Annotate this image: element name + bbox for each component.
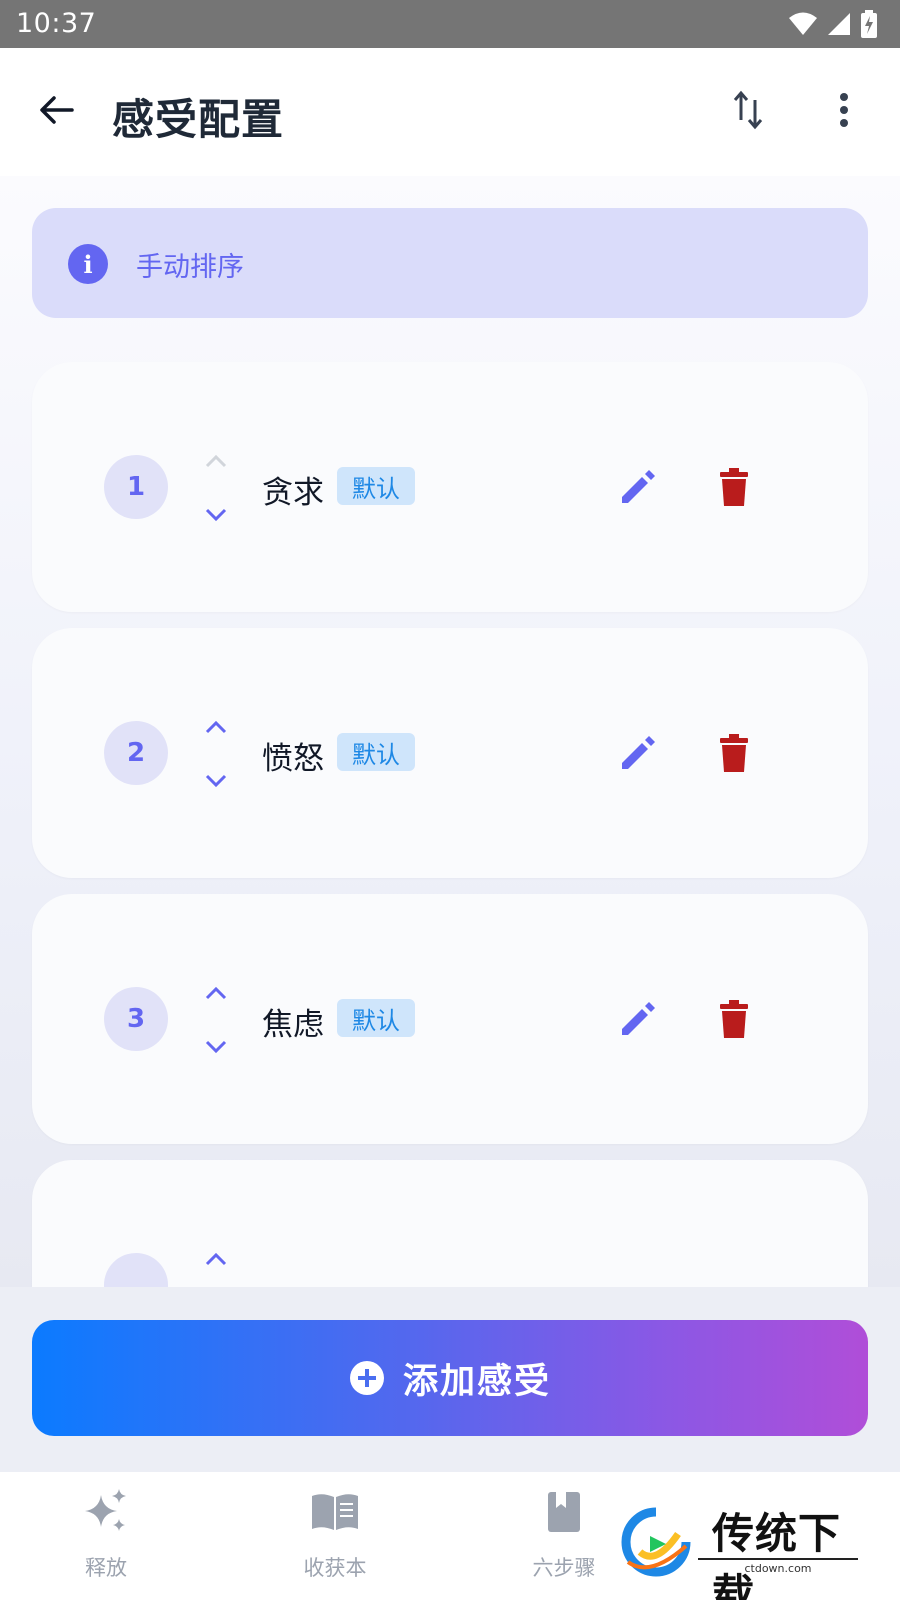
feeling-name: 焦虑 bbox=[262, 1007, 324, 1043]
add-feeling-label: 添加感受 bbox=[402, 1361, 551, 1402]
chevron-up-icon bbox=[205, 454, 227, 468]
trash-icon bbox=[720, 734, 748, 772]
chevron-down-icon bbox=[205, 1040, 227, 1054]
info-banner: i 手动排序 bbox=[32, 208, 868, 318]
default-tag: 默认 bbox=[337, 999, 415, 1037]
order-number: 1 bbox=[104, 455, 168, 519]
nav-label: 收获本 bbox=[303, 1556, 367, 1580]
swap-vertical-icon bbox=[733, 90, 763, 130]
feeling-name: 愤怒 bbox=[262, 741, 324, 777]
signal-icon bbox=[826, 11, 852, 41]
info-banner-text: 手动排序 bbox=[136, 252, 244, 283]
chevron-up-icon bbox=[205, 720, 227, 734]
feeling-card: 1 贪求 默认 bbox=[32, 362, 868, 612]
edit-button[interactable] bbox=[616, 997, 660, 1041]
feeling-card: 2 愤怒 默认 bbox=[32, 628, 868, 878]
chevron-up-icon bbox=[205, 1252, 227, 1266]
chevron-up-icon bbox=[205, 986, 227, 1000]
nav-item-harvest[interactable]: 收获本 bbox=[245, 1472, 425, 1600]
more-options-button[interactable] bbox=[820, 86, 868, 134]
pencil-icon bbox=[622, 1002, 655, 1035]
feeling-card bbox=[32, 1160, 868, 1287]
battery-charging-icon bbox=[860, 10, 878, 42]
nav-label: 释放 bbox=[85, 1556, 127, 1580]
delete-button[interactable] bbox=[712, 465, 756, 509]
status-time: 10:37 bbox=[16, 8, 97, 39]
more-vert-icon bbox=[840, 93, 848, 127]
feeling-name: 贪求 bbox=[262, 475, 324, 511]
page-title: 感受配置 bbox=[112, 95, 285, 144]
add-feeling-button[interactable]: 添加感受 bbox=[32, 1320, 868, 1436]
nav-label: 六步骤 bbox=[532, 1556, 596, 1580]
chevron-down-icon bbox=[205, 774, 227, 788]
content-area[interactable]: i 手动排序 1 贪求 默认 2 愤怒 默认 3 焦虑 默认 bbox=[0, 176, 900, 1287]
delete-button[interactable] bbox=[712, 731, 756, 775]
default-tag: 默认 bbox=[337, 733, 415, 771]
move-up-button[interactable] bbox=[202, 450, 230, 472]
add-circle-icon bbox=[349, 1361, 384, 1395]
watermark-logo: 传统下载 ctdown.com bbox=[621, 1500, 878, 1600]
order-number: 3 bbox=[104, 987, 168, 1051]
back-arrow-icon bbox=[40, 96, 74, 124]
ctdown-logo-icon bbox=[621, 1507, 691, 1577]
pencil-icon bbox=[622, 470, 655, 503]
move-up-button[interactable] bbox=[202, 982, 230, 1004]
watermark-text: 传统下载 bbox=[712, 1509, 842, 1600]
app-bar: 感受配置 bbox=[0, 48, 900, 176]
back-button[interactable] bbox=[30, 84, 82, 136]
trash-icon bbox=[720, 1000, 748, 1038]
move-up-button[interactable] bbox=[202, 1248, 230, 1270]
sort-button[interactable] bbox=[724, 86, 772, 134]
status-bar: 10:37 bbox=[0, 0, 900, 48]
sparkles-icon bbox=[78, 1486, 134, 1538]
watermark-subtext: ctdown.com bbox=[698, 1558, 858, 1575]
move-down-button[interactable] bbox=[202, 1036, 230, 1058]
feeling-card: 3 焦虑 默认 bbox=[32, 894, 868, 1144]
bookmark-book-icon bbox=[536, 1486, 592, 1538]
move-down-button[interactable] bbox=[202, 504, 230, 526]
delete-button[interactable] bbox=[712, 997, 756, 1041]
edit-button[interactable] bbox=[616, 465, 660, 509]
order-number bbox=[104, 1253, 168, 1287]
move-down-button[interactable] bbox=[202, 770, 230, 792]
order-number: 2 bbox=[104, 721, 168, 785]
default-tag: 默认 bbox=[337, 467, 415, 505]
book-icon bbox=[307, 1486, 363, 1538]
trash-icon bbox=[720, 468, 748, 506]
pencil-icon bbox=[622, 736, 655, 769]
nav-item-release[interactable]: 释放 bbox=[16, 1472, 196, 1600]
move-up-button[interactable] bbox=[202, 716, 230, 738]
info-icon: i bbox=[68, 244, 108, 284]
wifi-icon bbox=[788, 11, 818, 41]
edit-button[interactable] bbox=[616, 731, 660, 775]
chevron-down-icon bbox=[205, 508, 227, 522]
status-icons bbox=[788, 10, 878, 42]
